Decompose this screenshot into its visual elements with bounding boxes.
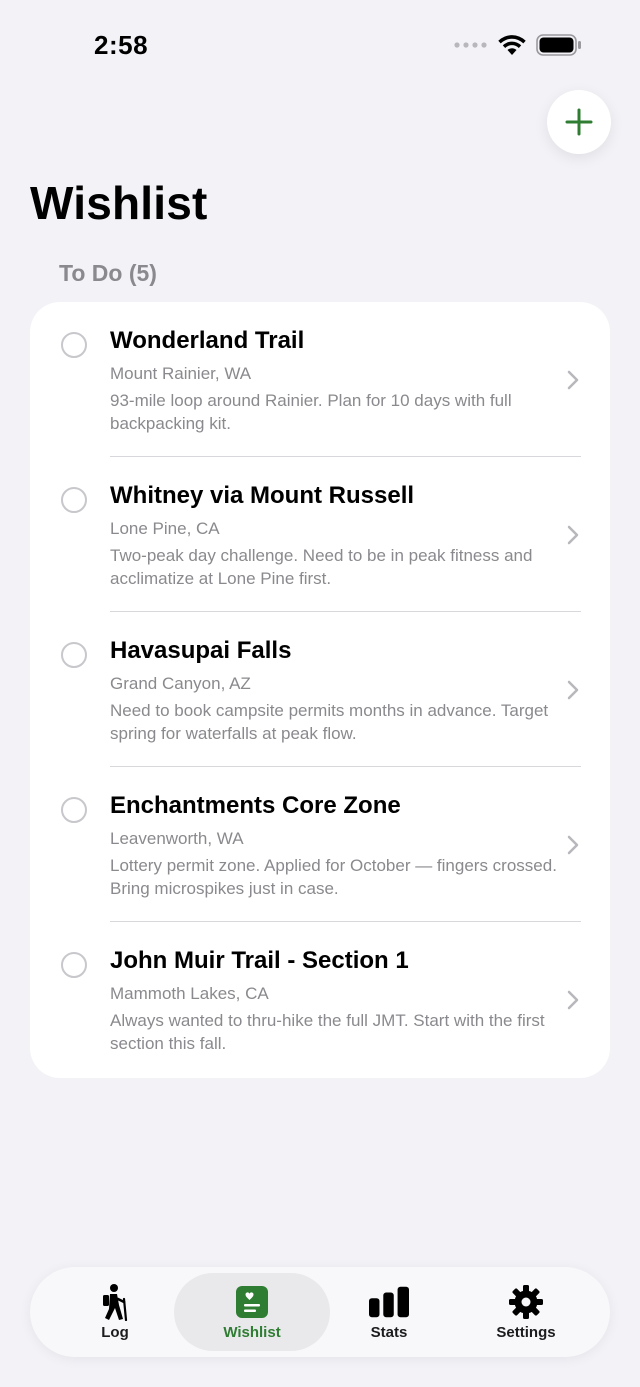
tab-bar: Log Wishlist Stats Settings [30, 1267, 610, 1357]
wishlist-icon [236, 1286, 268, 1318]
chevron-right-icon [567, 990, 579, 1010]
item-note: Always wanted to thru-hike the full JMT.… [110, 1011, 545, 1053]
list-item[interactable]: Enchantments Core Zone Leavenworth, WA L… [30, 767, 610, 922]
tab-label: Wishlist [223, 1324, 281, 1341]
item-location: Mount Rainier, WA [110, 364, 252, 383]
complete-radio[interactable] [61, 642, 87, 668]
item-title: John Muir Trail - Section 1 [110, 947, 409, 974]
tab-icon-wrap [506, 1283, 546, 1321]
section-header: To Do (5) [59, 260, 157, 286]
add-button[interactable] [547, 90, 611, 154]
item-title: Wonderland Trail [110, 327, 305, 354]
item-note: Lottery permit zone. Applied for October… [110, 856, 557, 898]
list-item[interactable]: Havasupai Falls Grand Canyon, AZ Need to… [30, 612, 610, 767]
complete-radio[interactable] [61, 797, 87, 823]
item-note: Need to book campsite permits months in … [110, 701, 549, 743]
hiker-icon [103, 1284, 128, 1321]
item-location: Grand Canyon, AZ [110, 674, 251, 693]
item-note: 93-mile loop around Rainier. Plan for 10… [110, 391, 512, 433]
tab-label: Settings [496, 1324, 556, 1341]
chevron-right-icon [567, 370, 579, 390]
chevron-right-icon [567, 835, 579, 855]
tab-wishlist[interactable]: Wishlist [174, 1273, 330, 1351]
chevron-right-icon [567, 680, 579, 700]
signal-icon [454, 42, 487, 48]
tab-stats[interactable]: Stats [311, 1273, 467, 1351]
tab-settings[interactable]: Settings [448, 1273, 604, 1351]
item-location: Leavenworth, WA [110, 829, 244, 848]
tab-icon-wrap [95, 1283, 135, 1321]
wifi-icon [498, 35, 526, 55]
plus-icon [565, 108, 593, 136]
item-title: Enchantments Core Zone [110, 792, 401, 819]
item-title: Whitney via Mount Russell [110, 482, 415, 509]
tab-label: Stats [370, 1324, 408, 1341]
item-title: Havasupai Falls [110, 637, 292, 664]
item-location: Mammoth Lakes, CA [110, 984, 269, 1003]
complete-radio[interactable] [61, 487, 87, 513]
battery-icon [536, 34, 581, 56]
gear-icon [509, 1285, 543, 1319]
tab-icon-wrap [232, 1283, 272, 1321]
bar-chart-icon [369, 1286, 409, 1318]
item-location: Lone Pine, CA [110, 519, 220, 538]
list-item[interactable]: Wonderland Trail Mount Rainier, WA 93-mi… [30, 302, 610, 457]
page-title: Wishlist [30, 177, 208, 229]
tab-label: Log [101, 1324, 129, 1341]
tab-log[interactable]: Log [37, 1273, 193, 1351]
complete-radio[interactable] [61, 332, 87, 358]
list-item[interactable]: Whitney via Mount Russell Lone Pine, CA … [30, 457, 610, 612]
item-note: Two-peak day challenge. Need to be in pe… [110, 546, 533, 588]
wishlist-card: Wonderland Trail Mount Rainier, WA 93-mi… [30, 302, 610, 1078]
status-bar: 2:58 [0, 0, 640, 90]
complete-radio[interactable] [61, 952, 87, 978]
tab-icon-wrap [369, 1283, 409, 1321]
status-time: 2:58 [94, 30, 149, 60]
chevron-right-icon [567, 525, 579, 545]
list-item[interactable]: John Muir Trail - Section 1 Mammoth Lake… [30, 922, 610, 1077]
status-icons [454, 34, 582, 56]
